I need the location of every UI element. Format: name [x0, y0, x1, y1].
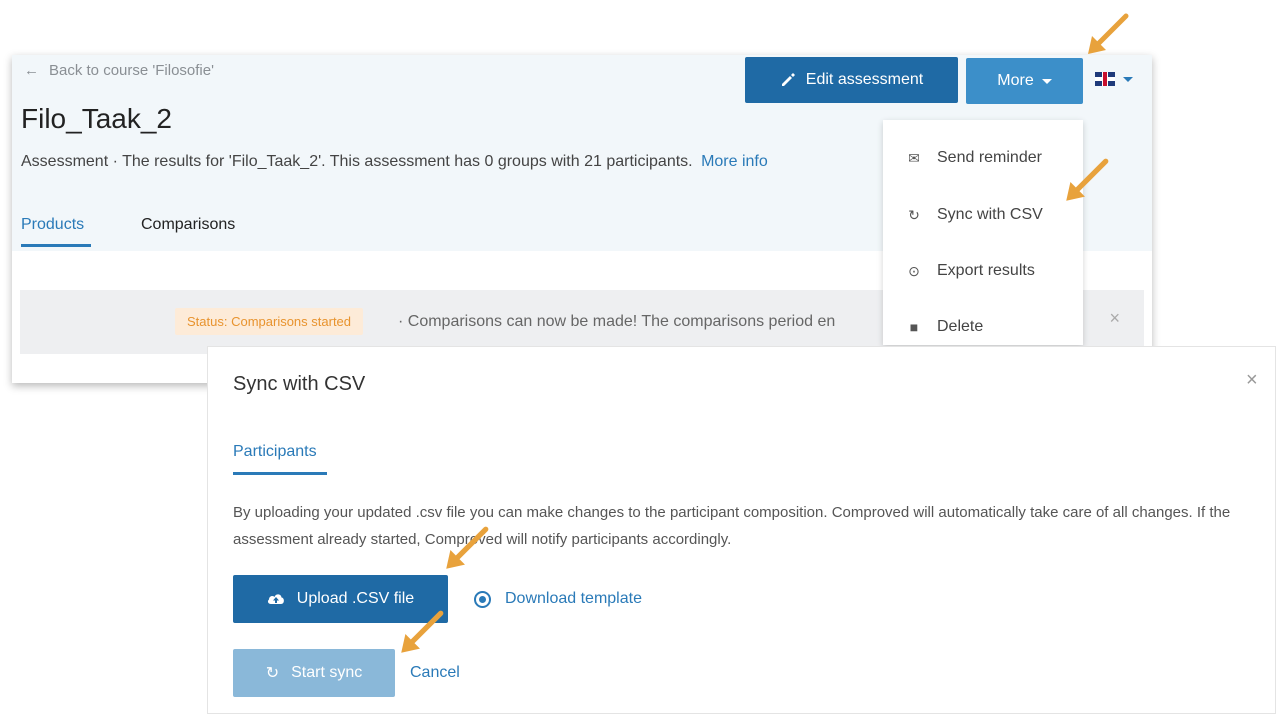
menu-item-export-results[interactable]: ⊙ Export results — [905, 262, 1035, 280]
annotation-arrow-icon — [1088, 13, 1129, 54]
uk-flag-icon — [1095, 72, 1115, 86]
status-message: · Comparisons can now be made! The compa… — [398, 313, 836, 330]
close-icon[interactable]: × — [1246, 369, 1258, 392]
description-text: Assessment · The results for 'Filo_Taak_… — [21, 153, 693, 170]
sync-icon: ↻ — [265, 665, 280, 682]
upload-csv-button[interactable]: Upload .CSV file — [233, 575, 448, 623]
menu-item-label: Export results — [937, 262, 1035, 279]
more-button[interactable]: More — [966, 58, 1083, 104]
menu-item-delete[interactable]: ■ Delete — [905, 318, 983, 336]
download-label: Download template — [505, 590, 642, 607]
sync-icon: ↻ — [908, 206, 920, 223]
caret-down-icon — [1041, 78, 1052, 84]
tab-products[interactable]: Products — [21, 216, 92, 247]
upload-label: Upload .CSV file — [296, 590, 415, 607]
trash-icon: ■ — [909, 319, 919, 335]
menu-item-sync-csv[interactable]: ↻ Sync with CSV — [905, 206, 1043, 224]
edit-assessment-label: Edit assessment — [805, 71, 924, 88]
back-link-label: Back to course 'Filosofie' — [49, 62, 214, 79]
menu-item-label: Send reminder — [937, 149, 1042, 166]
assessment-description: Assessment · The results for 'Filo_Taak_… — [21, 153, 768, 171]
tab-participants[interactable]: Participants — [233, 443, 327, 475]
sync-csv-dialog: Sync with CSV × Participants By uploadin… — [207, 346, 1276, 714]
more-dropdown-menu: ✉ Send reminder ↻ Sync with CSV ⊙ Export… — [883, 120, 1083, 345]
menu-item-label: Sync with CSV — [937, 206, 1043, 223]
pencil-icon — [781, 73, 795, 86]
tab-comparisons[interactable]: Comparisons — [141, 216, 235, 234]
menu-item-send-reminder[interactable]: ✉ Send reminder — [905, 149, 1042, 167]
arrow-left-icon: ← — [24, 62, 39, 79]
caret-down-icon — [1123, 76, 1133, 82]
start-sync-label: Start sync — [291, 664, 363, 681]
download-template-link[interactable]: Download template — [474, 590, 642, 608]
edit-assessment-button[interactable]: Edit assessment — [745, 57, 958, 103]
dialog-title: Sync with CSV — [233, 373, 366, 395]
menu-item-label: Delete — [937, 318, 984, 335]
export-icon: ⊙ — [908, 262, 920, 279]
cancel-link[interactable]: Cancel — [410, 664, 460, 682]
close-icon[interactable]: × — [1109, 308, 1120, 329]
cloud-upload-icon — [267, 594, 284, 604]
more-label: More — [997, 72, 1034, 89]
back-to-course-link[interactable]: ← Back to course 'Filosofie' — [24, 62, 214, 79]
download-icon — [474, 590, 491, 608]
start-sync-button[interactable]: ↻ Start sync — [233, 649, 395, 697]
dialog-description: By uploading your updated .csv file you … — [233, 504, 1231, 548]
page-title: Filo_Taak_2 — [21, 103, 172, 134]
status-badge: Status: Comparisons started — [175, 308, 364, 335]
envelope-icon: ✉ — [908, 149, 920, 166]
language-selector[interactable] — [1095, 72, 1133, 86]
more-info-link[interactable]: More info — [701, 153, 768, 170]
